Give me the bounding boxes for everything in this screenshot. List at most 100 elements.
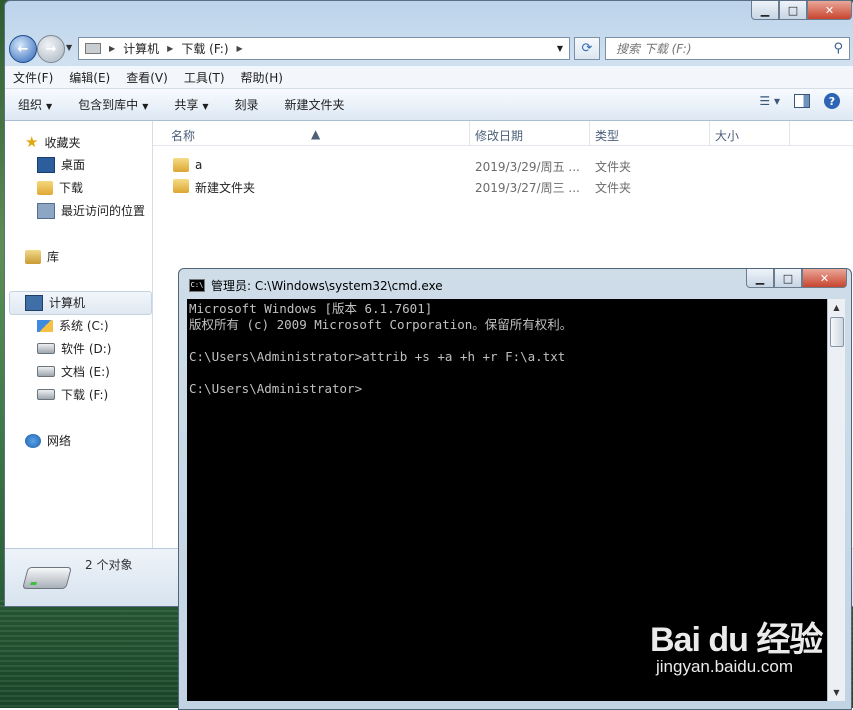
file-name: 新建文件夹: [195, 181, 256, 195]
recent-places-icon: [37, 202, 55, 219]
file-row[interactable]: 新建文件夹 2019/3/27/周三 ... 文件夹: [153, 175, 853, 196]
menu-help[interactable]: 帮助(H): [233, 69, 291, 86]
minimize-button[interactable]: ▁: [751, 1, 779, 20]
sidebar-label: 系统 (C:): [59, 319, 109, 333]
scroll-thumb[interactable]: [830, 317, 844, 347]
cmd-title: 管理员: C:\Windows\system32\cmd.exe: [211, 279, 443, 293]
sidebar-label: 收藏夹: [44, 135, 81, 150]
console-scrollbar[interactable]: ▲ ▼: [827, 299, 845, 701]
file-name: a: [195, 158, 203, 172]
column-name[interactable]: 名称: [171, 127, 195, 144]
chevron-down-icon: ▼: [46, 102, 53, 111]
search-box[interactable]: ⚲: [605, 37, 850, 60]
sidebar-label: 下载 (F:): [61, 388, 109, 402]
file-row[interactable]: a 2019/3/29/周五 ... 文件夹: [153, 154, 853, 175]
sort-arrow-icon: ▲: [311, 127, 321, 141]
sidebar-item-favorites[interactable]: ★ 收藏夹: [25, 133, 80, 151]
network-icon: [25, 433, 41, 448]
maximize-button[interactable]: □: [779, 1, 807, 20]
drive-icon: [37, 343, 55, 354]
menu-tools[interactable]: 工具(T): [176, 69, 233, 86]
address-bar[interactable]: ▶ 计算机 ▶ 下载 (F:) ▶ ▼: [78, 37, 570, 60]
chevron-down-icon: ▼: [202, 102, 209, 111]
column-headers: ▲ 名称 修改日期 类型 大小: [153, 121, 853, 146]
cmd-window-controls: ▁ □ ✕: [746, 269, 847, 288]
column-divider[interactable]: [709, 121, 710, 145]
organize-button[interactable]: 组织 ▼: [5, 96, 65, 113]
breadcrumb-separator: ▶: [236, 44, 243, 53]
organize-label: 组织: [18, 98, 43, 112]
menu-view[interactable]: 查看(V): [118, 69, 176, 86]
chevron-down-icon: ▼: [142, 102, 149, 111]
sidebar-label: 计算机: [49, 296, 86, 310]
forward-button[interactable]: →: [37, 35, 65, 63]
column-divider[interactable]: [589, 121, 590, 145]
hard-drive-icon: [22, 567, 72, 589]
sidebar-item-drive-d[interactable]: 软件 (D:): [37, 340, 111, 357]
sidebar-label: 库: [47, 250, 60, 264]
sidebar-item-computer[interactable]: 计算机: [25, 294, 85, 311]
command-bar: 组织 ▼ 包含到库中 ▼ 共享 ▼ 刻录 新建文件夹 ☰ ▾ ?: [5, 89, 853, 121]
column-type[interactable]: 类型: [595, 127, 619, 144]
column-modified[interactable]: 修改日期: [475, 127, 523, 144]
recent-pages-dropdown[interactable]: ▼: [66, 43, 72, 52]
scroll-up-icon[interactable]: ▲: [828, 299, 845, 316]
sidebar-item-downloads[interactable]: 下载: [37, 179, 83, 196]
object-count: 2 个对象: [85, 558, 133, 572]
share-button[interactable]: 共享 ▼: [161, 96, 221, 113]
sidebar-label: 桌面: [61, 158, 86, 172]
sidebar-item-drive-f[interactable]: 下载 (F:): [37, 386, 108, 403]
folder-icon: [173, 179, 189, 193]
desktop-icon: [37, 156, 55, 173]
help-icon[interactable]: ?: [824, 93, 840, 109]
menu-file[interactable]: 文件(F): [5, 69, 61, 86]
burn-button[interactable]: 刻录: [222, 96, 272, 113]
refresh-button[interactable]: ⟳: [574, 37, 600, 60]
console-text: Microsoft Windows [版本 6.1.7601] 版权所有 (c)…: [189, 301, 573, 396]
sidebar-item-drive-c[interactable]: 系统 (C:): [37, 317, 109, 334]
breadcrumb-computer[interactable]: 计算机: [123, 40, 159, 57]
file-type: 文件夹: [595, 160, 632, 174]
scroll-down-icon[interactable]: ▼: [828, 684, 845, 701]
star-icon: ★: [25, 133, 39, 151]
sidebar-label: 最近访问的位置: [61, 204, 146, 218]
sidebar-label: 网络: [47, 434, 72, 448]
cmd-maximize-button[interactable]: □: [774, 269, 802, 288]
preview-pane-icon[interactable]: [794, 94, 810, 108]
address-dropdown[interactable]: ▼: [557, 44, 563, 53]
breadcrumb-separator: ▶: [109, 44, 116, 53]
menu-edit[interactable]: 编辑(E): [61, 69, 118, 86]
search-icon[interactable]: ⚲: [833, 41, 843, 56]
baidu-watermark: Bai du 经验 jingyan.baidu.com: [650, 612, 823, 677]
search-input[interactable]: [614, 40, 818, 57]
sidebar-item-recent[interactable]: 最近访问的位置: [37, 202, 145, 219]
drive-icon: [85, 43, 101, 54]
window-controls: ▁ □ ✕: [751, 1, 852, 20]
back-button[interactable]: ←: [9, 35, 37, 63]
sidebar-label: 下载: [59, 181, 84, 195]
sidebar-item-libraries[interactable]: 库: [25, 248, 59, 265]
view-controls: ☰ ▾ ?: [759, 93, 840, 109]
console-icon: C:\: [189, 279, 205, 292]
file-date: 2019/3/27/周三 ...: [475, 181, 580, 195]
close-button[interactable]: ✕: [807, 1, 852, 20]
file-date: 2019/3/29/周五 ...: [475, 160, 580, 174]
new-folder-button[interactable]: 新建文件夹: [272, 96, 358, 113]
sidebar-item-drive-e[interactable]: 文档 (E:): [37, 363, 110, 380]
breadcrumb-drive[interactable]: 下载 (F:): [181, 40, 228, 57]
cmd-minimize-button[interactable]: ▁: [746, 269, 774, 288]
view-options-icon[interactable]: ☰ ▾: [759, 94, 780, 108]
drive-icon: [37, 389, 55, 400]
sidebar-item-network[interactable]: 网络: [25, 432, 71, 449]
column-divider[interactable]: [789, 121, 790, 145]
cmd-close-button[interactable]: ✕: [802, 269, 847, 288]
include-in-library-button[interactable]: 包含到库中 ▼: [65, 96, 161, 113]
drive-icon: [37, 366, 55, 377]
sidebar-item-desktop[interactable]: 桌面: [37, 156, 85, 173]
breadcrumb-separator: ▶: [167, 44, 174, 53]
column-size[interactable]: 大小: [715, 127, 739, 144]
cmd-title-bar[interactable]: C:\ 管理员: C:\Windows\system32\cmd.exe: [189, 277, 443, 294]
share-label: 共享: [174, 98, 199, 112]
library-icon: [25, 249, 41, 264]
column-divider[interactable]: [469, 121, 470, 145]
